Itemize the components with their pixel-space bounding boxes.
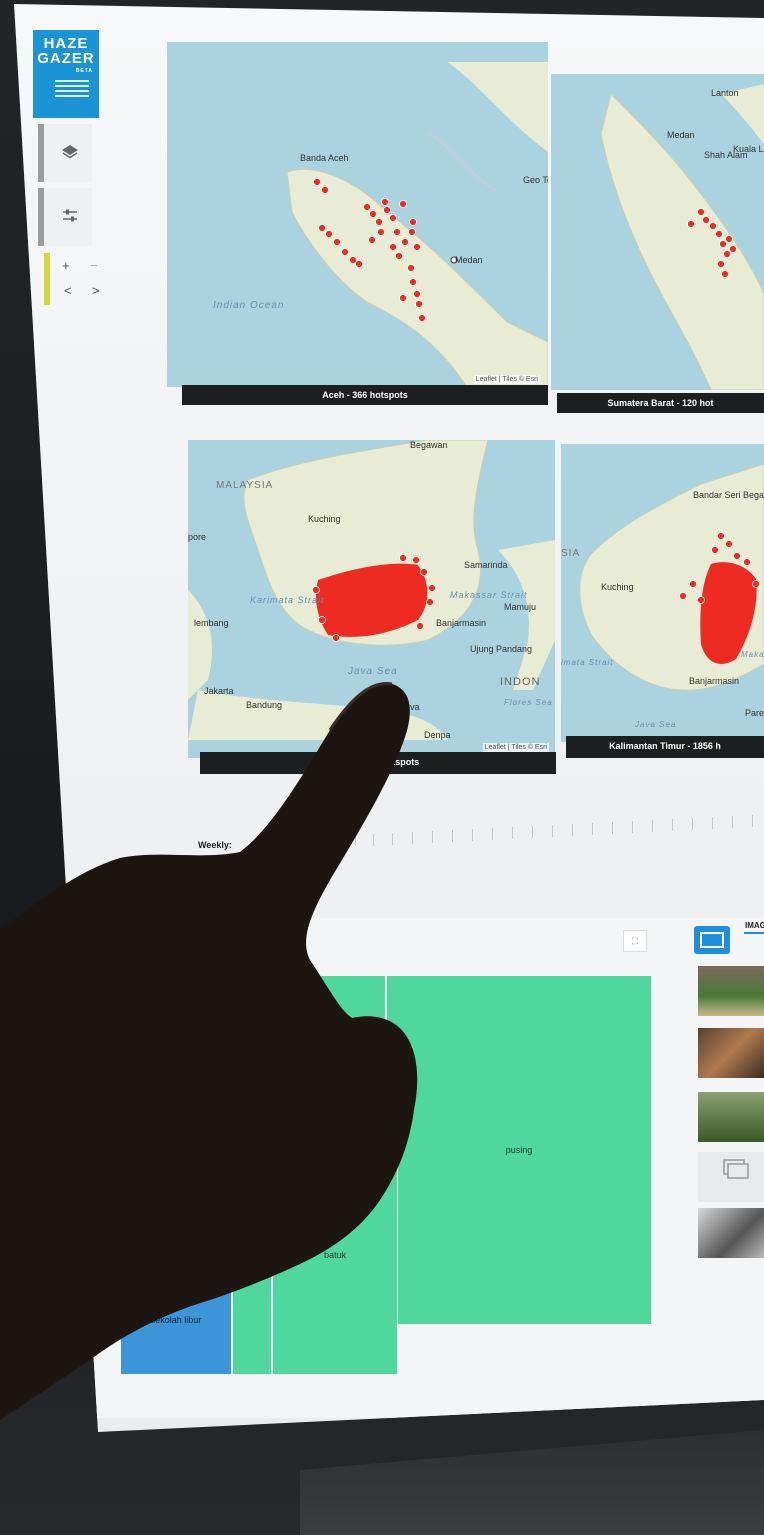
pointing-hand xyxy=(0,682,418,1420)
